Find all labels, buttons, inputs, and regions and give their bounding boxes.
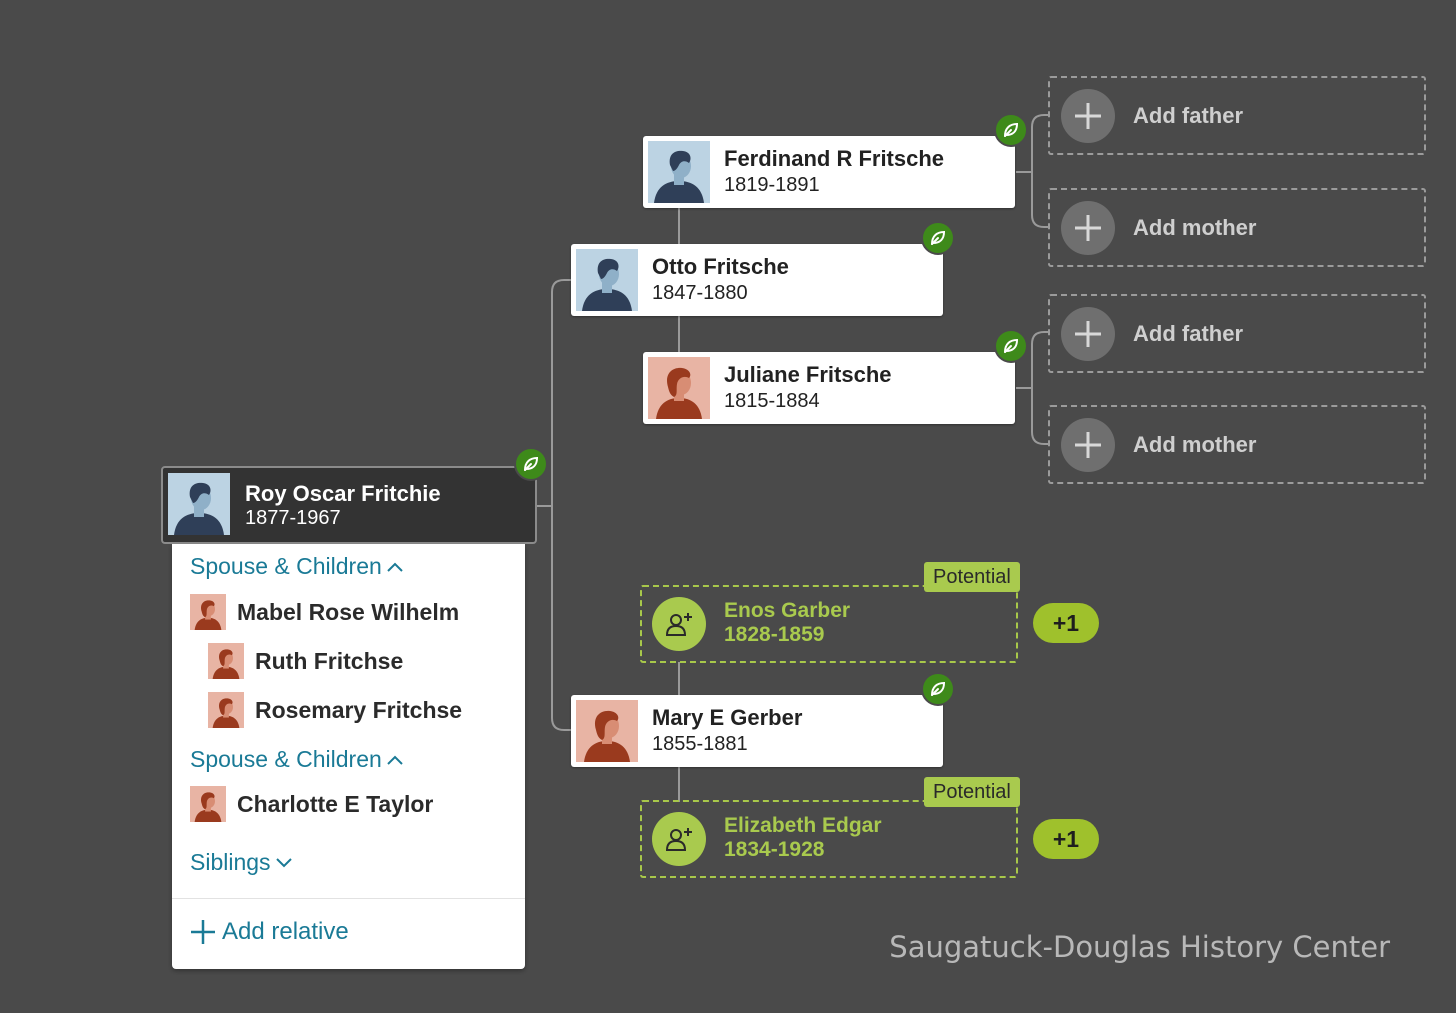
- section-label: Spouse & Children: [190, 553, 382, 579]
- person-dates: 1819-1891: [724, 174, 820, 196]
- potential-badge: Potential: [924, 562, 1020, 592]
- add-relative-button[interactable]: Add relative: [190, 918, 349, 946]
- potential-dates: 1834-1928: [724, 838, 825, 861]
- potential-name: Elizabeth Edgar: [724, 814, 882, 837]
- plus-icon: [1061, 201, 1115, 255]
- person-name: Roy Oscar Fritchie: [245, 481, 441, 506]
- relative-name: Ruth Fritchse: [255, 647, 404, 674]
- siblings-toggle[interactable]: Siblings: [190, 849, 294, 876]
- plus-icon: [1061, 307, 1115, 361]
- person-card-paternal-grandmother[interactable]: Juliane Fritsche 1815-1884: [643, 352, 1015, 424]
- add-mother-label: Add mother: [1133, 215, 1257, 240]
- male-avatar-icon: [576, 249, 638, 311]
- female-avatar-icon: [208, 643, 244, 679]
- add-mother-label: Add mother: [1133, 432, 1257, 457]
- add-mother-button[interactable]: Add mother: [1048, 188, 1426, 267]
- potential-parent-card[interactable]: Elizabeth Edgar 1834-1928: [640, 800, 1018, 878]
- section-label: Spouse & Children: [190, 746, 382, 772]
- person-name: Ferdinand R Fritsche: [724, 146, 945, 171]
- female-avatar-icon: [190, 594, 226, 630]
- add-father-button[interactable]: Add father: [1048, 294, 1426, 373]
- female-avatar-icon: [648, 357, 710, 419]
- plus-icon: [1061, 418, 1115, 472]
- relative-name: Mabel Rose Wilhelm: [237, 598, 460, 625]
- add-father-button[interactable]: Add father: [1048, 76, 1426, 155]
- potential-count-badge[interactable]: +1: [1033, 819, 1099, 859]
- person-card-paternal-grandfather[interactable]: Ferdinand R Fritsche 1819-1891: [643, 136, 1015, 208]
- chevron-up-icon: [387, 562, 403, 572]
- child-item[interactable]: Ruth Fritchse: [208, 643, 403, 679]
- add-mother-button[interactable]: Add mother: [1048, 405, 1426, 484]
- male-avatar-icon: [648, 141, 710, 203]
- person-dates: 1815-1884: [724, 390, 820, 412]
- add-father-label: Add father: [1133, 321, 1243, 346]
- record-hint-leaf-icon[interactable]: [514, 447, 548, 481]
- plus-icon: [1061, 89, 1115, 143]
- potential-count-badge[interactable]: +1: [1033, 603, 1099, 643]
- add-person-icon: [652, 597, 706, 651]
- person-card-mother[interactable]: Mary E Gerber 1855-1881: [571, 695, 943, 767]
- chevron-down-icon: [275, 857, 292, 867]
- record-hint-leaf-icon[interactable]: [994, 329, 1028, 363]
- relative-name: Rosemary Fritchse: [255, 696, 463, 723]
- add-father-label: Add father: [1133, 103, 1243, 128]
- add-relative-label: Add relative: [222, 918, 349, 945]
- spouse-item[interactable]: Charlotte E Taylor: [190, 786, 433, 822]
- plus-icon: [191, 920, 215, 944]
- record-hint-leaf-icon[interactable]: [921, 221, 955, 255]
- chevron-up-icon: [387, 755, 403, 765]
- section-label: Siblings: [190, 849, 271, 875]
- add-person-icon: [652, 812, 706, 866]
- potential-parent-card[interactable]: Enos Garber 1828-1859: [640, 585, 1018, 663]
- record-hint-leaf-icon[interactable]: [994, 113, 1028, 147]
- divider: [172, 898, 525, 899]
- potential-badge: Potential: [924, 777, 1020, 807]
- female-avatar-icon: [190, 786, 226, 822]
- person-dates: 1855-1881: [652, 733, 748, 755]
- focus-person-card[interactable]: Roy Oscar Fritchie 1877-1967: [161, 466, 537, 544]
- child-item[interactable]: Rosemary Fritchse: [208, 692, 462, 728]
- spouse-children-toggle[interactable]: Spouse & Children: [190, 746, 405, 773]
- person-name: Juliane Fritsche: [724, 362, 892, 387]
- spouse-item[interactable]: Mabel Rose Wilhelm: [190, 594, 459, 630]
- watermark: Saugatuck-Douglas History Center: [889, 930, 1390, 964]
- family-panel: Spouse & Children Mabel Rose Wilhelm Rut…: [172, 544, 525, 969]
- female-avatar-icon: [576, 700, 638, 762]
- male-avatar-icon: [168, 473, 230, 535]
- person-name: Otto Fritsche: [652, 254, 789, 279]
- potential-dates: 1828-1859: [724, 623, 825, 646]
- record-hint-leaf-icon[interactable]: [921, 672, 955, 706]
- person-name: Mary E Gerber: [652, 705, 803, 730]
- relative-name: Charlotte E Taylor: [237, 790, 434, 817]
- female-avatar-icon: [208, 692, 244, 728]
- potential-name: Enos Garber: [724, 599, 851, 622]
- person-dates: 1877-1967: [245, 507, 341, 529]
- person-card-father[interactable]: Otto Fritsche 1847-1880: [571, 244, 943, 316]
- spouse-children-toggle[interactable]: Spouse & Children: [190, 553, 405, 580]
- person-dates: 1847-1880: [652, 282, 748, 304]
